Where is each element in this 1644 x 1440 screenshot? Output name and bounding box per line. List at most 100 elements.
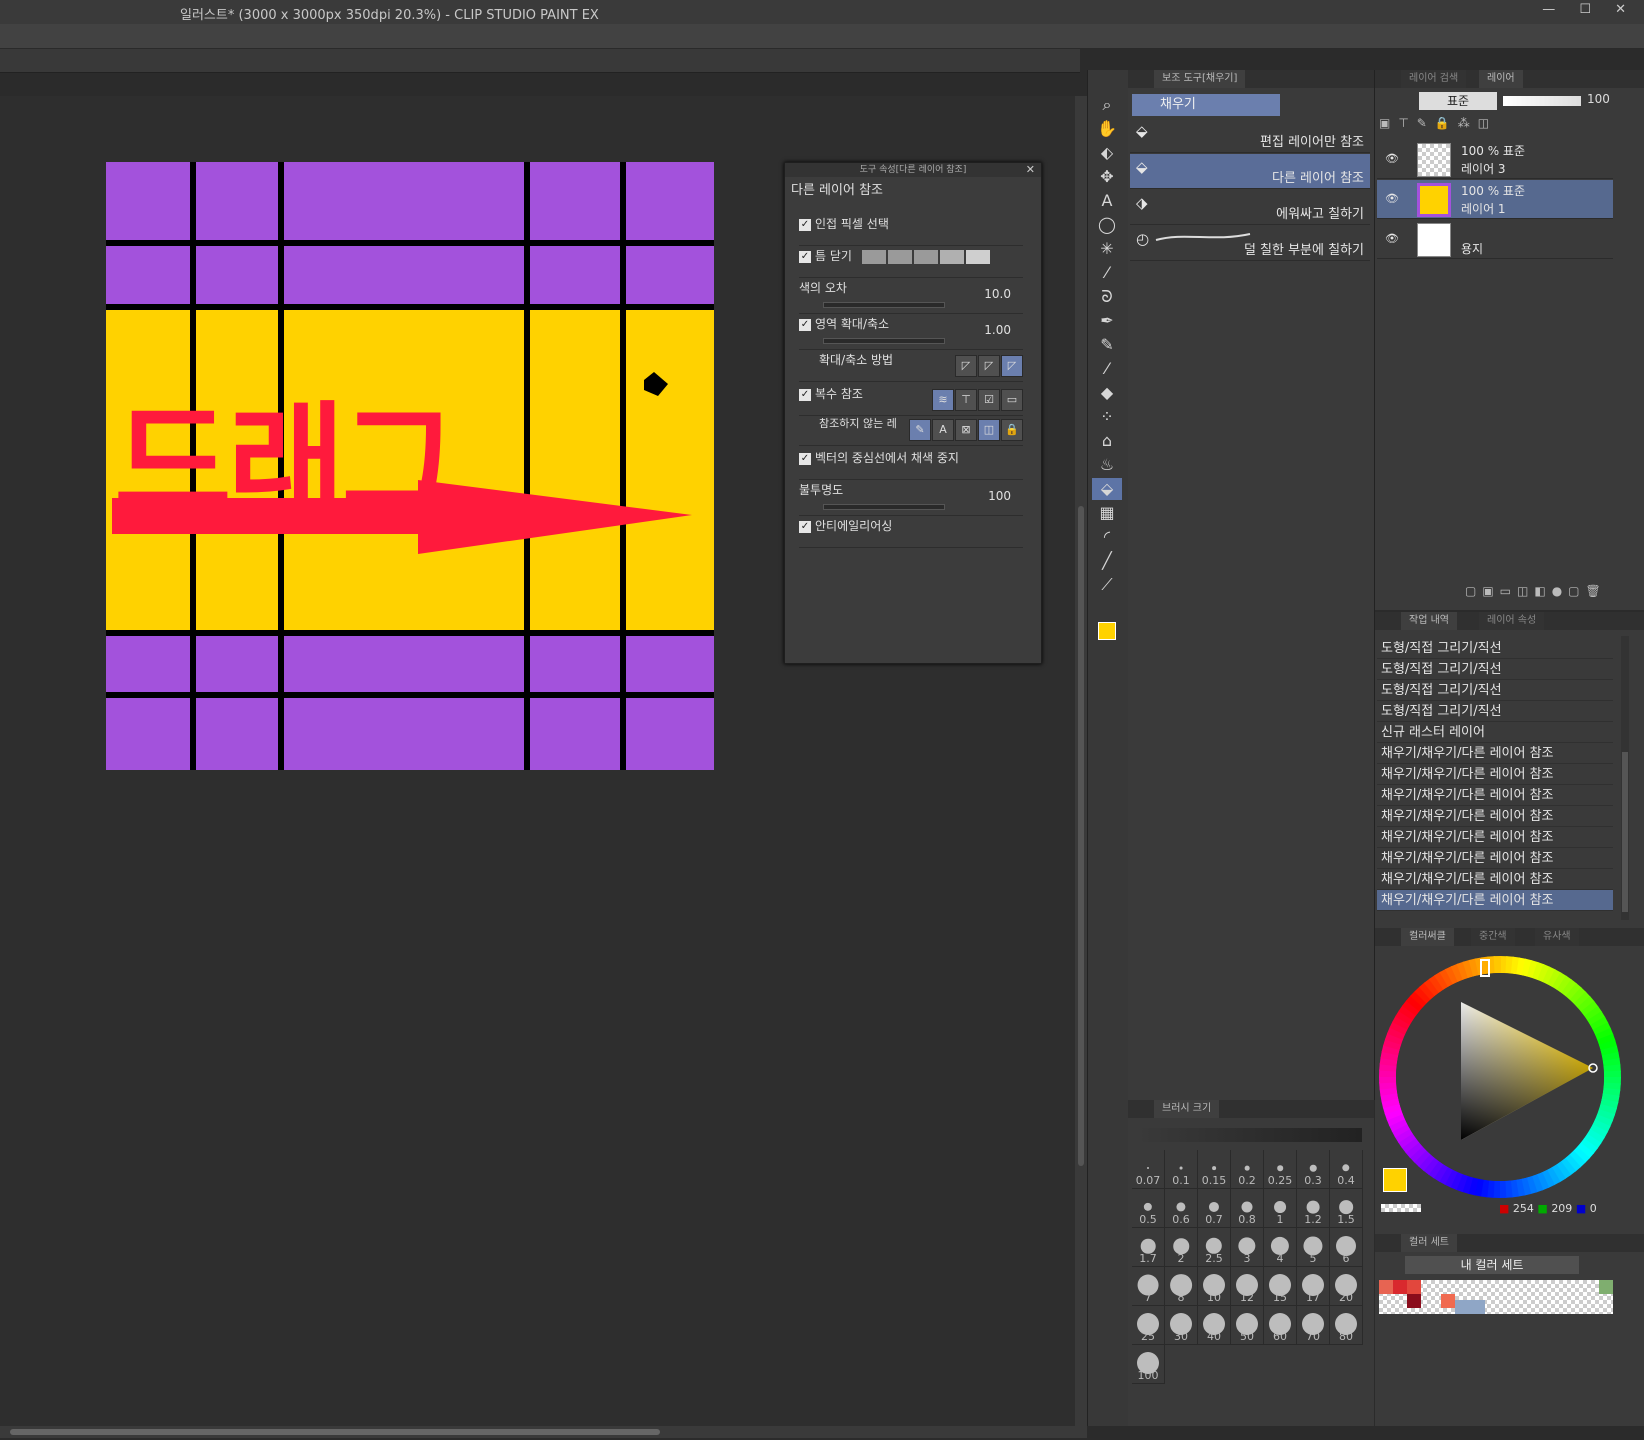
brush-size-cell[interactable]: 70 xyxy=(1297,1306,1330,1345)
history-item[interactable]: 채우기/채우기/다른 레이어 참조 xyxy=(1377,764,1613,785)
eyedropper-icon[interactable]: ⁄ xyxy=(1092,262,1122,284)
fill-bucket-icon[interactable]: ⬙ xyxy=(1092,478,1122,500)
brush-icon[interactable]: ⁄ xyxy=(1092,358,1122,380)
history-item[interactable]: 도형/직접 그리기/직선 xyxy=(1377,659,1613,680)
gap-level-3[interactable] xyxy=(913,249,938,264)
folder-icon[interactable]: ▭ xyxy=(1001,389,1023,411)
brush-size-cell[interactable]: 15 xyxy=(1264,1267,1297,1306)
blend-icon[interactable]: ♨ xyxy=(1092,454,1122,476)
brush-size-cell[interactable]: 2 xyxy=(1165,1228,1198,1267)
layers-icon[interactable]: ≋ xyxy=(932,389,954,411)
pencil-icon[interactable]: ✎ xyxy=(1092,334,1122,356)
pen-icon[interactable]: ✒ xyxy=(1092,310,1122,332)
sub-tool-item[interactable]: ◴ 덜 칠한 부분에 칠하기 xyxy=(1130,226,1370,261)
zoom-icon[interactable]: ⌕ xyxy=(1092,94,1122,116)
history-item[interactable]: 채우기/채우기/다른 레이어 참조 xyxy=(1377,890,1613,911)
sub-tool-item[interactable]: ⬙ 편집 레이어만 참조 xyxy=(1130,118,1370,153)
sub-tool-tab[interactable]: 보조 도구[채우기] xyxy=(1154,70,1246,88)
brush-size-cell[interactable]: 5 xyxy=(1297,1228,1330,1267)
transparent-swatch[interactable] xyxy=(1381,1204,1421,1212)
scale-method-icon[interactable]: ◸ xyxy=(955,355,977,377)
history-item[interactable]: 채우기/채우기/다른 레이어 참조 xyxy=(1377,827,1613,848)
history-item[interactable]: 도형/직접 그리기/직선 xyxy=(1377,638,1613,659)
correct-line-icon[interactable]: ⟋ xyxy=(1092,574,1122,596)
brush-size-cell[interactable]: 6 xyxy=(1330,1228,1363,1267)
main-color-swatch[interactable] xyxy=(1383,1168,1407,1192)
close-gap-row[interactable]: ✓ 틈 닫기 xyxy=(799,247,1023,278)
eye-icon[interactable]: 👁 xyxy=(1385,152,1399,165)
adjacent-pixel-row[interactable]: ✓ 인접 픽셀 선택 xyxy=(799,215,1023,246)
layer-row[interactable]: 👁 용지 xyxy=(1377,220,1613,259)
ruler-tool-icon[interactable]: ╱ xyxy=(1092,550,1122,572)
layer-row[interactable]: 👁 100 % 표준 레이어 1 xyxy=(1377,180,1613,219)
brush-size-cell[interactable]: 0.2 xyxy=(1231,1150,1264,1189)
tolerance-value[interactable]: 10.0 xyxy=(984,287,1011,301)
close-icon[interactable]: ✕ xyxy=(1026,163,1035,177)
brush-size-cell[interactable]: 8 xyxy=(1165,1267,1198,1306)
brush-size-cell[interactable]: 0.6 xyxy=(1165,1189,1198,1228)
brush-size-cell[interactable]: 4 xyxy=(1264,1228,1297,1267)
brush-size-cell[interactable]: 0.8 xyxy=(1231,1189,1264,1228)
sub-tool-item[interactable]: ⬙ 다른 레이어 참조 xyxy=(1130,154,1370,189)
checkbox-icon[interactable]: ✓ xyxy=(799,250,811,263)
brush-size-cell[interactable]: 20 xyxy=(1330,1267,1363,1306)
brush-size-cell[interactable]: 60 xyxy=(1264,1306,1297,1345)
checkbox-icon[interactable]: ✓ xyxy=(799,218,811,231)
brush-size-cell[interactable]: 3 xyxy=(1231,1228,1264,1267)
layer-tab[interactable]: 레이어 xyxy=(1479,70,1523,88)
layer-opacity-slider[interactable] xyxy=(1503,96,1581,106)
sub-tool-item[interactable]: ⬗ 에워싸고 칠하기 xyxy=(1130,190,1370,225)
history-tab[interactable]: 작업 내역 xyxy=(1401,612,1457,630)
intermediate-color-tab[interactable]: 중간색 xyxy=(1471,928,1515,946)
decoration-icon[interactable]: ⌂ xyxy=(1092,430,1122,452)
brush-size-cell[interactable]: 2.5 xyxy=(1198,1228,1231,1267)
area-scale-slider[interactable] xyxy=(823,338,945,344)
brush-size-cell[interactable]: 1 xyxy=(1264,1189,1297,1228)
hue-ring[interactable] xyxy=(1375,952,1625,1202)
layer-opacity-value[interactable]: 100 xyxy=(1587,92,1610,106)
history-item[interactable]: 신규 래스터 레이어 xyxy=(1377,722,1613,743)
canvas-vertical-scrollbar[interactable] xyxy=(1075,96,1087,1426)
gradient-icon[interactable]: ▦ xyxy=(1092,502,1122,524)
scale-method-row[interactable]: 확대/축소 방법 ◸ ◸ ◸ xyxy=(799,351,1023,382)
layer-action-buttons[interactable]: ▢▣▭◫◧●▢🗑 xyxy=(1465,584,1607,598)
lock-layer-icon[interactable]: 🔒 xyxy=(1001,419,1023,441)
brush-size-cell[interactable]: 25 xyxy=(1132,1306,1165,1345)
scale-method-icon[interactable]: ◸ xyxy=(1001,355,1023,377)
history-scrollbar[interactable] xyxy=(1621,636,1629,920)
scale-method-icon[interactable]: ◸ xyxy=(978,355,1000,377)
layer-row[interactable]: 👁 100 % 표준 레이어 3 xyxy=(1377,140,1613,179)
text-layer-icon[interactable]: A xyxy=(932,419,954,441)
canvas-horizontal-scrollbar[interactable] xyxy=(0,1426,1087,1438)
balloon-icon[interactable]: ◯ xyxy=(1092,214,1122,236)
checkbox-icon[interactable]: ✓ xyxy=(799,520,811,533)
checkbox-icon[interactable]: ✓ xyxy=(799,388,811,401)
brush-size-cell[interactable]: 10 xyxy=(1198,1267,1231,1306)
layer-search-tab[interactable]: 레이어 검색 xyxy=(1401,70,1467,88)
brush-size-cell[interactable]: 0.4 xyxy=(1330,1150,1363,1189)
brush-size-tab[interactable]: 브러시 크기 xyxy=(1154,1100,1220,1118)
layer-tools-row[interactable]: ▣⊤✎🔒⁂◫ xyxy=(1379,116,1609,134)
brush-size-cell[interactable]: 1.7 xyxy=(1132,1228,1165,1267)
opacity-value[interactable]: 100 xyxy=(988,489,1011,503)
window-controls[interactable]: — ☐ ✕ xyxy=(1542,2,1636,17)
blend-mode-select[interactable]: 표준 xyxy=(1419,92,1497,110)
brush-size-cell[interactable]: 0.25 xyxy=(1264,1150,1297,1189)
paper-layer-icon[interactable]: ⊠ xyxy=(955,419,977,441)
brush-size-cell[interactable]: 7 xyxy=(1132,1267,1165,1306)
gap-level-4[interactable] xyxy=(939,249,964,264)
eraser-icon[interactable]: ◆ xyxy=(1092,382,1122,404)
history-item[interactable]: 채우기/채우기/다른 레이어 참조 xyxy=(1377,806,1613,827)
brush-size-slider[interactable] xyxy=(1136,1128,1362,1142)
sub-tool-group-fill[interactable]: 채우기 xyxy=(1132,94,1280,116)
eye-icon[interactable]: 👁 xyxy=(1385,232,1399,245)
auto-select-icon[interactable]: ✳ xyxy=(1092,238,1122,260)
gap-level-5[interactable] xyxy=(965,249,990,264)
tool-property-header[interactable]: 도구 속성[다른 레이어 참조] ✕ xyxy=(785,163,1041,177)
history-item[interactable]: 채우기/채우기/다른 레이어 참조 xyxy=(1377,785,1613,806)
vector-center-row[interactable]: ✓ 벡터의 중심선에서 채색 중지 xyxy=(799,449,1023,480)
no-reference-row[interactable]: 참조하지 않는 레 ✎ A ⊠ ◫ 🔒 xyxy=(799,415,1023,446)
history-item[interactable]: 채우기/채우기/다른 레이어 참조 xyxy=(1377,743,1613,764)
color-wheel-tab[interactable]: 컬러써클 xyxy=(1401,928,1454,946)
brush-size-cell[interactable]: 40 xyxy=(1198,1306,1231,1345)
